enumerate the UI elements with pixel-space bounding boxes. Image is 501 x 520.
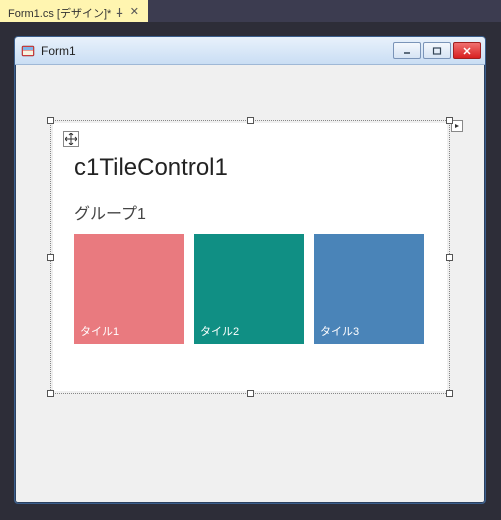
tab-label: Form1.cs [デザイン]*: [8, 5, 111, 21]
form-icon: [21, 44, 35, 58]
form-client-area[interactable]: c1TileControl1 グループ1 タイル1 タイル2 タイル3: [19, 65, 481, 499]
tile-row: タイル1 タイル2 タイル3: [74, 234, 424, 344]
tile-label: タイル2: [200, 323, 239, 339]
pin-icon[interactable]: [115, 8, 124, 17]
tile-label: タイル3: [320, 323, 359, 339]
smart-tag-icon[interactable]: [451, 120, 463, 132]
document-tab[interactable]: Form1.cs [デザイン]* ✕: [0, 0, 148, 22]
resize-handle-e[interactable]: [446, 254, 453, 261]
form-title: Form1: [41, 44, 393, 58]
form-window[interactable]: Form1 c1TileControl1 グループ1: [14, 36, 486, 504]
ide-shell: Form1.cs [デザイン]* ✕ Form1: [0, 0, 501, 520]
tab-bar: Form1.cs [デザイン]* ✕: [0, 0, 501, 22]
titlebar[interactable]: Form1: [15, 37, 485, 65]
group-label: グループ1: [74, 200, 146, 224]
design-surface[interactable]: Form1 c1TileControl1 グループ1: [0, 22, 501, 520]
resize-handle-se[interactable]: [446, 390, 453, 397]
resize-handle-s[interactable]: [247, 390, 254, 397]
maximize-button[interactable]: [423, 42, 451, 59]
c1-tile-control[interactable]: c1TileControl1 グループ1 タイル1 タイル2 タイル3: [53, 123, 447, 391]
close-tab-icon[interactable]: ✕: [128, 7, 140, 19]
tile-label: タイル1: [80, 323, 119, 339]
control-title: c1TileControl1: [74, 154, 228, 182]
minimize-button[interactable]: [393, 42, 421, 59]
tile-3[interactable]: タイル3: [314, 234, 424, 344]
close-button[interactable]: [453, 42, 481, 59]
tile-1[interactable]: タイル1: [74, 234, 184, 344]
window-buttons: [393, 42, 481, 59]
tile-2[interactable]: タイル2: [194, 234, 304, 344]
resize-handle-sw[interactable]: [47, 390, 54, 397]
move-grip-icon[interactable]: [63, 131, 79, 147]
